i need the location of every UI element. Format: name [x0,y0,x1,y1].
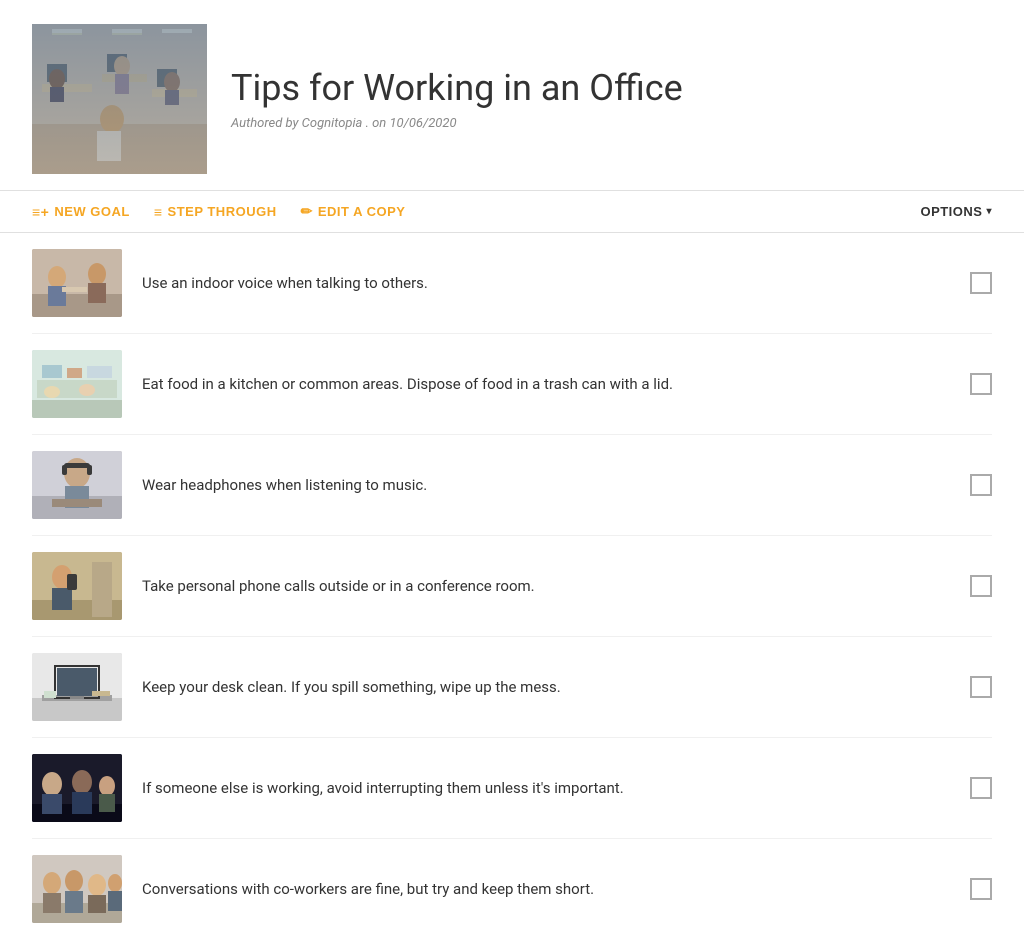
header-text: Tips for Working in an Office Authored b… [231,67,683,131]
options-button[interactable]: OPTIONS ▾ [920,204,992,219]
new-goal-icon: ≡+ [32,204,49,220]
step-text: If someone else is working, avoid interr… [122,777,970,800]
step-through-icon: ≡ [154,204,163,220]
author-info: Authored by Cognitopia . on 10/06/2020 [231,116,683,131]
list-item: Use an indoor voice when talking to othe… [32,233,992,334]
step-text: Conversations with co-workers are fine, … [122,878,970,901]
step-checkbox[interactable] [970,676,992,698]
step-text: Eat food in a kitchen or common areas. D… [122,373,970,396]
step-image [32,754,122,822]
header-image [32,24,207,174]
step-image [32,653,122,721]
page-wrapper: Tips for Working in an Office Authored b… [0,0,1024,939]
step-image [32,552,122,620]
toolbar-left: ≡+ NEW GOAL ≡ STEP THROUGH ✏ EDIT A COPY [32,199,920,224]
step-through-button[interactable]: ≡ STEP THROUGH [154,200,277,224]
page-title: Tips for Working in an Office [231,67,683,110]
new-goal-button[interactable]: ≡+ NEW GOAL [32,200,130,224]
list-item: Take personal phone calls outside or in … [32,536,992,637]
list-item: Keep your desk clean. If you spill somet… [32,637,992,738]
edit-copy-button[interactable]: ✏ EDIT A COPY [301,199,406,224]
step-image [32,249,122,317]
edit-icon: ✏ [301,203,313,220]
toolbar: ≡+ NEW GOAL ≡ STEP THROUGH ✏ EDIT A COPY… [0,191,1024,233]
step-text: Wear headphones when listening to music. [122,474,970,497]
list-item: Conversations with co-workers are fine, … [32,839,992,939]
chevron-down-icon: ▾ [986,206,992,217]
step-checkbox[interactable] [970,777,992,799]
step-image [32,451,122,519]
step-checkbox[interactable] [970,272,992,294]
step-text: Use an indoor voice when talking to othe… [122,272,970,295]
step-checkbox[interactable] [970,575,992,597]
step-checkbox[interactable] [970,878,992,900]
step-text: Keep your desk clean. If you spill somet… [122,676,970,699]
steps-container: Use an indoor voice when talking to othe… [0,233,1024,939]
list-item: If someone else is working, avoid interr… [32,738,992,839]
step-text: Take personal phone calls outside or in … [122,575,970,598]
list-item: Wear headphones when listening to music. [32,435,992,536]
header-section: Tips for Working in an Office Authored b… [0,0,1024,191]
list-item: Eat food in a kitchen or common areas. D… [32,334,992,435]
step-checkbox[interactable] [970,373,992,395]
step-image [32,855,122,923]
step-image [32,350,122,418]
step-checkbox[interactable] [970,474,992,496]
